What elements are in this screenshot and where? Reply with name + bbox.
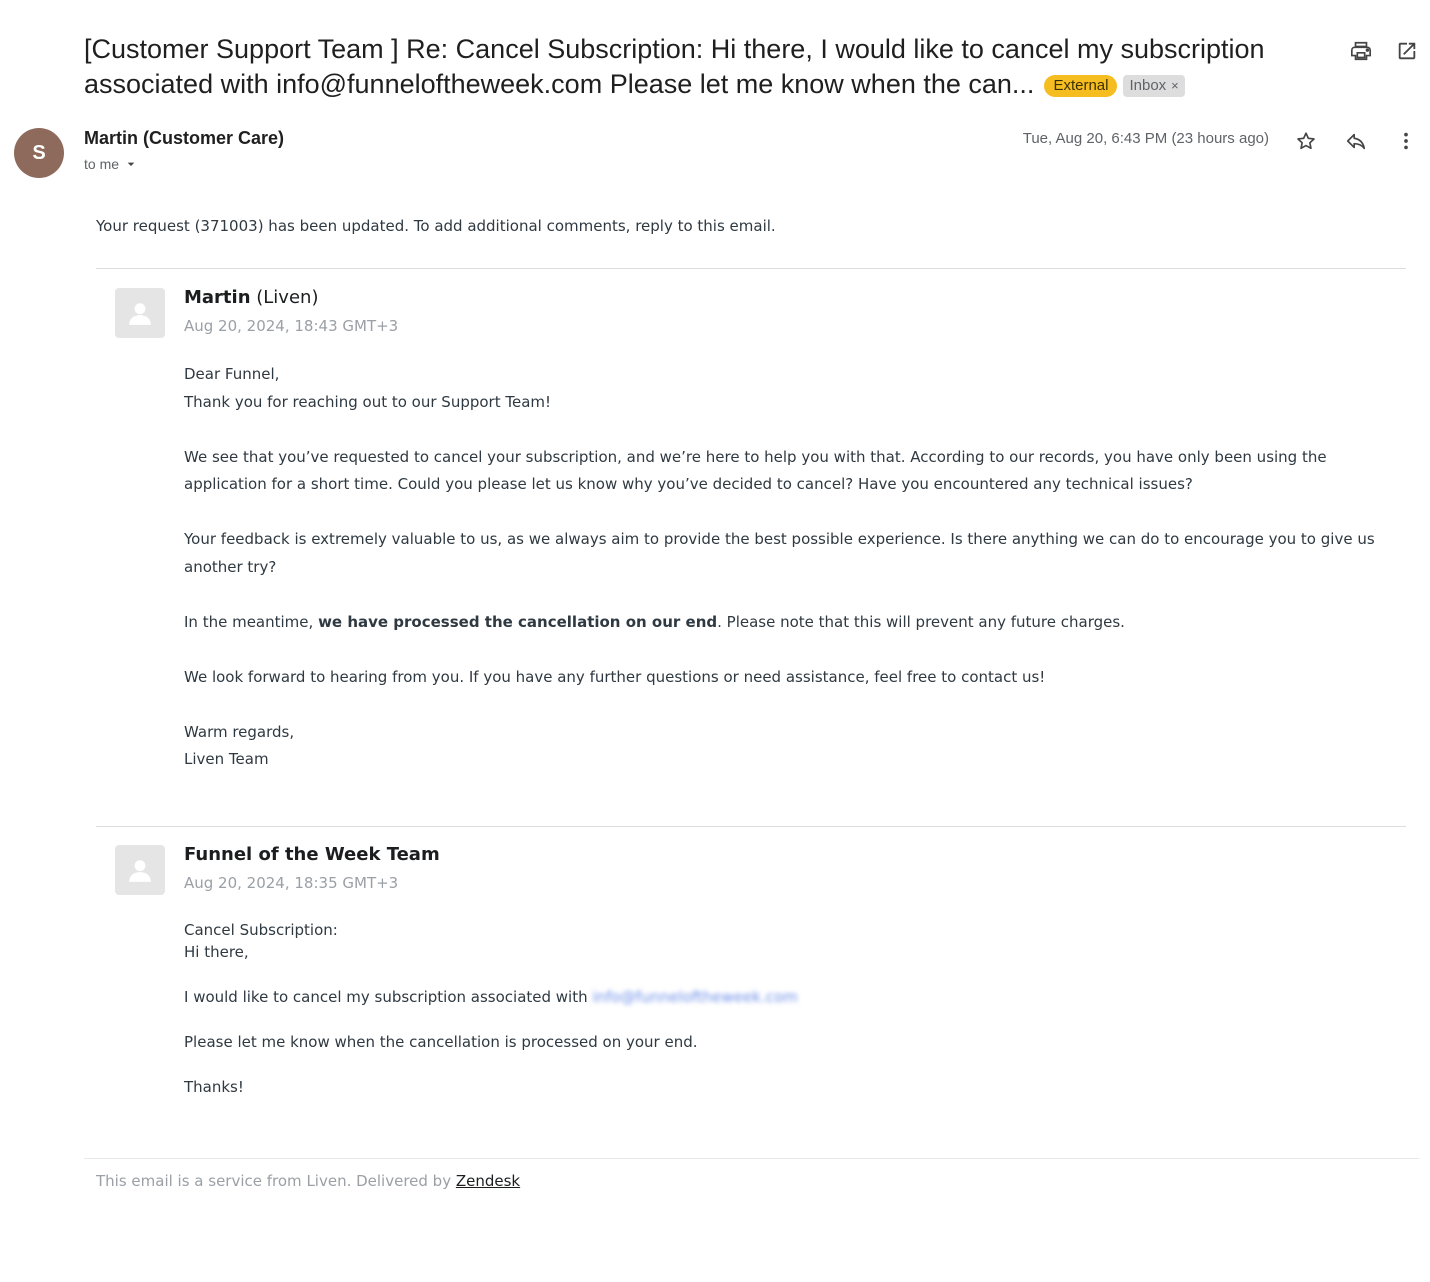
remove-label-icon[interactable]: × bbox=[1171, 78, 1179, 93]
email-footer: This email is a service from Liven. Deli… bbox=[96, 1172, 520, 1190]
message-author: Funnel of the Week Team bbox=[184, 844, 440, 865]
message-date: Aug 20, 2024, 18:43 GMT+3 bbox=[184, 317, 399, 335]
text-span: . Please note that this will prevent any… bbox=[717, 612, 1125, 631]
open-in-new-window-icon[interactable] bbox=[1394, 38, 1420, 64]
author-org: (Liven) bbox=[250, 287, 319, 308]
text-line: I would like to cancel my subscription a… bbox=[184, 988, 593, 1006]
external-label: External bbox=[1044, 75, 1118, 97]
signature-block: Warm regards, Liven Team bbox=[184, 719, 1399, 774]
divider bbox=[96, 826, 1406, 827]
divider bbox=[96, 268, 1406, 269]
message-body: Dear Funnel, Thank you for reaching out t… bbox=[184, 361, 1399, 801]
zendesk-link[interactable]: Zendesk bbox=[456, 1172, 520, 1190]
author-avatar bbox=[115, 845, 165, 895]
author-name: Martin bbox=[184, 287, 251, 308]
text-line: Hi there, bbox=[184, 943, 249, 961]
paragraph: We see that you’ve requested to cancel y… bbox=[184, 447, 1327, 494]
paragraph: Cancel Subscription: Hi there, bbox=[184, 919, 1384, 963]
subject-line-1: [Customer Support Team ] Re: Cancel Subs… bbox=[84, 34, 1265, 64]
footer-text: This email is a service from Liven. Deli… bbox=[96, 1172, 456, 1190]
bold-text: we have processed the cancellation on ou… bbox=[318, 612, 718, 631]
subject-actions bbox=[1348, 38, 1420, 64]
recipient-label: to me bbox=[84, 156, 120, 172]
paragraph: In the meantime, we have processed the c… bbox=[184, 609, 1399, 637]
text-span: In the meantime, bbox=[184, 612, 319, 631]
message-actions bbox=[1293, 128, 1419, 154]
paragraph: Thanks! bbox=[184, 1078, 244, 1096]
message-date: Aug 20, 2024, 18:35 GMT+3 bbox=[184, 874, 399, 892]
recipient-details-toggle[interactable]: to me bbox=[84, 156, 139, 172]
greeting-block: Dear Funnel, Thank you for reaching out t… bbox=[184, 361, 1399, 416]
print-icon[interactable] bbox=[1348, 38, 1374, 64]
signoff: Warm regards, bbox=[184, 722, 295, 741]
person-placeholder-icon bbox=[129, 303, 151, 325]
email-subject: [Customer Support Team ] Re: Cancel Subs… bbox=[84, 32, 1334, 102]
footer-divider bbox=[84, 1158, 1419, 1159]
email-link[interactable]: info@funneloftheweek.com bbox=[592, 988, 797, 1006]
signature: Liven Team bbox=[184, 750, 269, 768]
inbox-label-text: Inbox bbox=[1129, 77, 1167, 94]
paragraph: I would like to cancel my subscription a… bbox=[184, 986, 1384, 1008]
paragraph: Please let me know when the cancellation… bbox=[184, 1033, 698, 1051]
sender-name[interactable]: Martin (Customer Care) bbox=[84, 128, 284, 149]
quoted-message-body: Cancel Subscription: Hi there, I would li… bbox=[184, 919, 1384, 1121]
inbox-label[interactable]: Inbox × bbox=[1123, 75, 1185, 97]
email-date: Tue, Aug 20, 6:43 PM (23 hours ago) bbox=[1022, 130, 1269, 147]
person-placeholder-icon bbox=[129, 860, 151, 882]
dropdown-arrow-icon bbox=[127, 162, 135, 166]
subject-line-2-text: associated with info@funneloftheweek.com… bbox=[84, 69, 1035, 99]
author-avatar bbox=[115, 288, 165, 338]
message-author: Martin (Liven) bbox=[184, 287, 318, 308]
text-line: Cancel Subscription: bbox=[184, 921, 338, 939]
star-icon[interactable] bbox=[1293, 128, 1319, 154]
thanks-line: Thank you for reaching out to our Suppor… bbox=[184, 392, 552, 411]
reply-icon[interactable] bbox=[1343, 128, 1369, 154]
paragraph: We look forward to hearing from you. If … bbox=[184, 667, 1046, 686]
greeting: Dear Funnel, bbox=[184, 365, 280, 383]
request-update-notice: Your request (371003) has been updated. … bbox=[96, 217, 776, 235]
more-vert-icon[interactable] bbox=[1393, 128, 1419, 154]
sender-avatar[interactable]: S bbox=[14, 128, 64, 178]
subject-line-2: associated with info@funneloftheweek.com… bbox=[84, 67, 1334, 102]
paragraph: Your feedback is extremely valuable to u… bbox=[184, 530, 1375, 576]
